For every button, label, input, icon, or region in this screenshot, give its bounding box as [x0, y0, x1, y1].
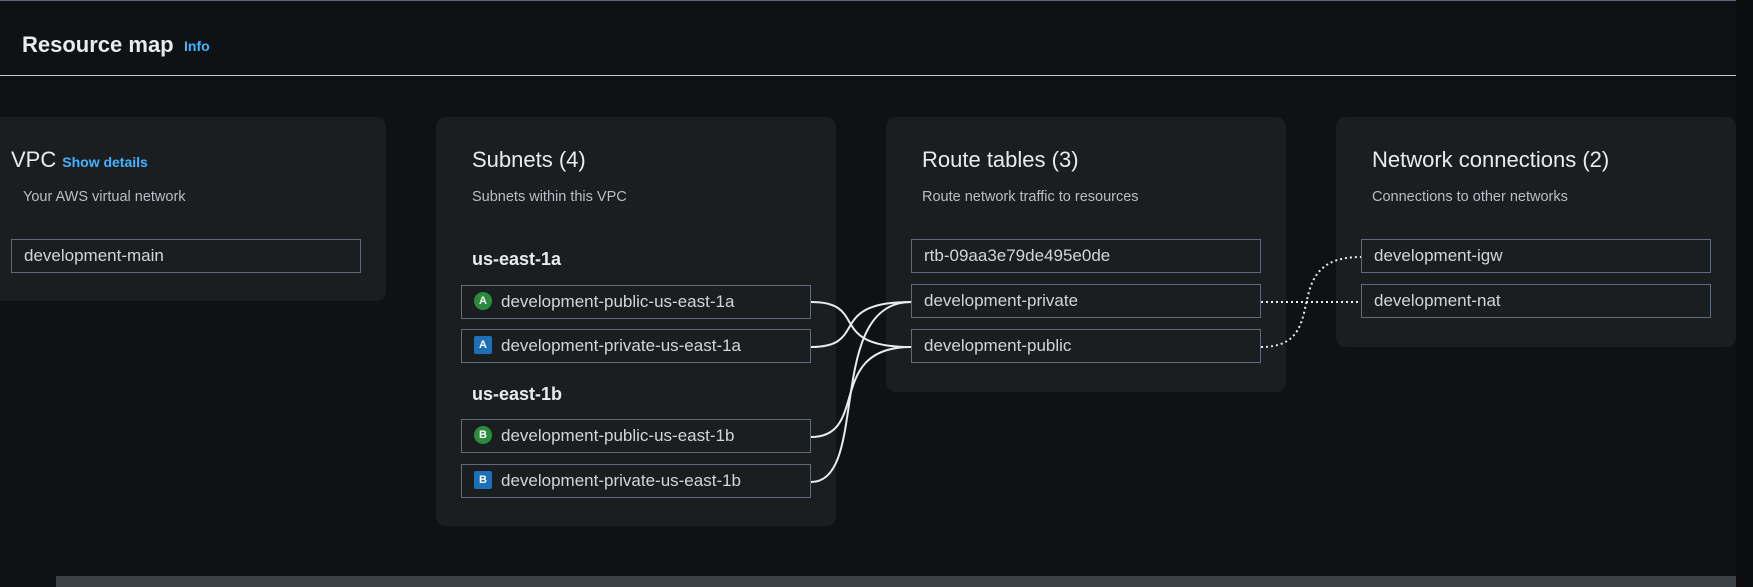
page-edge	[1736, 0, 1753, 587]
connection-node-development-nat[interactable]: development-nat	[1361, 284, 1711, 318]
vpc-node-development-main[interactable]: development-main	[11, 239, 361, 273]
route-tables-title: Route tables (3)	[922, 147, 1079, 172]
vpc-card-title: VPC Show details	[11, 147, 148, 173]
subnet-label: development-private-us-east-1b	[501, 471, 742, 490]
horizontal-scrollbar[interactable]	[56, 576, 1736, 587]
availability-zone-b-badge-icon: B	[474, 470, 492, 489]
resource-map-header: Resource map Info	[0, 0, 1736, 76]
subnet-node-public-us-east-1a[interactable]: Adevelopment-public-us-east-1a	[461, 285, 811, 319]
route-table-node-rtb-09aa3e79de495e0de[interactable]: rtb-09aa3e79de495e0de	[911, 239, 1261, 273]
vpc-subtitle: Your AWS virtual network	[23, 189, 186, 205]
subnets-card: Subnets (4) Subnets within this VPC us-e…	[436, 117, 836, 526]
network-connections-card: Network connections (2) Connections to o…	[1336, 117, 1736, 347]
subnet-label: development-public-us-east-1a	[501, 292, 735, 311]
subnet-label: development-private-us-east-1a	[501, 336, 742, 355]
subnet-node-public-us-east-1b[interactable]: Bdevelopment-public-us-east-1b	[461, 419, 811, 453]
availability-zone-a-badge-icon: A	[474, 291, 492, 310]
show-details-link[interactable]: Show details	[62, 154, 148, 170]
zone-label-us-east-1b: us-east-1b	[472, 384, 563, 404]
subnets-subtitle: Subnets within this VPC	[472, 189, 627, 205]
subnets-title: Subnets (4)	[472, 147, 586, 172]
route-tables-card: Route tables (3) Route network traffic t…	[886, 117, 1286, 392]
route-tables-subtitle: Route network traffic to resources	[922, 189, 1139, 205]
page-title: Resource map	[22, 32, 174, 57]
header-divider	[0, 75, 1736, 76]
network-connections-subtitle: Connections to other networks	[1372, 189, 1568, 205]
zone-label-us-east-1a: us-east-1a	[472, 249, 562, 269]
network-connections-title: Network connections (2)	[1372, 147, 1610, 172]
info-link[interactable]: Info	[184, 38, 210, 54]
connection-node-development-igw[interactable]: development-igw	[1361, 239, 1711, 273]
availability-zone-a-badge-icon: A	[474, 335, 492, 354]
route-table-node-development-private[interactable]: development-private	[911, 284, 1261, 318]
subnet-label: development-public-us-east-1b	[501, 426, 735, 445]
subnet-node-private-us-east-1b[interactable]: Bdevelopment-private-us-east-1b	[461, 464, 811, 498]
subnet-node-private-us-east-1a[interactable]: Adevelopment-private-us-east-1a	[461, 329, 811, 363]
availability-zone-b-badge-icon: B	[474, 425, 492, 444]
vpc-card: VPC Show details Your AWS virtual network…	[0, 117, 386, 301]
vpc-title: VPC	[11, 147, 57, 172]
route-table-node-development-public[interactable]: development-public	[911, 329, 1261, 363]
